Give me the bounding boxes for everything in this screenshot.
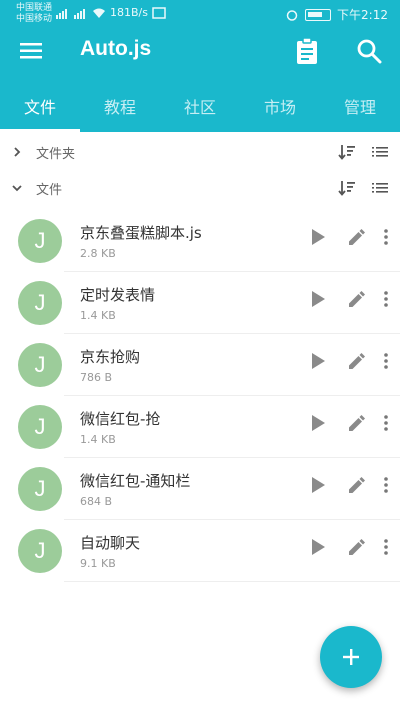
file-size: 684 B xyxy=(80,494,113,508)
avatar-letter: J xyxy=(34,290,46,315)
toolbar: Auto.js xyxy=(0,28,400,74)
status-indicators: 181B/s xyxy=(56,6,166,19)
battery-icon xyxy=(305,8,332,21)
more-vert-icon[interactable] xyxy=(384,229,388,245)
avatar-letter: J xyxy=(34,414,46,439)
tab-files[interactable]: 文件 xyxy=(0,74,80,132)
tab-manage[interactable]: 管理 xyxy=(320,74,400,132)
script-avatar: J xyxy=(18,219,62,263)
file-name: 微信红包-抢 xyxy=(80,409,161,428)
file-size: 786 B xyxy=(80,370,113,384)
tab-indicator xyxy=(0,129,80,132)
section-label: 文件 xyxy=(36,182,63,198)
sort-icon[interactable] xyxy=(338,144,356,160)
file-row[interactable]: J 定时发表情 1.4 KB xyxy=(0,272,400,334)
list-view-icon[interactable] xyxy=(372,145,388,159)
file-size: 1.4 KB xyxy=(80,432,116,446)
play-icon[interactable] xyxy=(310,476,326,494)
tab-tutorials[interactable]: 教程 xyxy=(80,74,160,132)
script-avatar: J xyxy=(18,343,62,387)
tab-bar: 文件 教程 社区 市场 管理 xyxy=(0,74,400,132)
file-name: 自动聊天 xyxy=(80,533,141,552)
chevron-right-icon xyxy=(14,147,21,157)
more-vert-icon[interactable] xyxy=(384,291,388,307)
file-text: 自动聊天 9.1 KB xyxy=(80,533,140,570)
more-vert-icon[interactable] xyxy=(384,477,388,493)
file-actions xyxy=(310,538,388,556)
carrier-2: 中国移动 xyxy=(16,14,53,24)
avatar-letter: J xyxy=(34,228,46,253)
file-actions xyxy=(310,414,388,432)
edit-icon[interactable] xyxy=(348,476,366,494)
file-actions xyxy=(310,352,388,370)
file-actions xyxy=(310,476,388,494)
tab-market[interactable]: 市场 xyxy=(240,74,320,132)
signal-icon xyxy=(56,8,67,19)
play-icon[interactable] xyxy=(310,414,326,432)
file-actions xyxy=(310,228,388,246)
file-row[interactable]: J 京东抢购 786 B xyxy=(0,334,400,396)
file-text: 京东抢购 786 B xyxy=(80,347,140,384)
file-row[interactable]: J 微信红包-通知栏 684 B xyxy=(0,458,400,520)
sort-icon[interactable] xyxy=(338,180,356,196)
file-name: 京东叠蛋糕脚本.js xyxy=(80,223,202,242)
clipboard-icon[interactable] xyxy=(294,37,320,65)
script-avatar: J xyxy=(18,529,62,573)
clock: 下午2:12 xyxy=(337,8,388,22)
edit-icon[interactable] xyxy=(348,414,366,432)
edit-icon[interactable] xyxy=(348,228,366,246)
more-vert-icon[interactable] xyxy=(384,353,388,369)
menu-icon[interactable] xyxy=(18,38,44,64)
file-actions xyxy=(310,290,388,308)
file-text: 京东叠蛋糕脚本.js 2.8 KB xyxy=(80,223,202,260)
add-fab-button[interactable] xyxy=(320,626,382,688)
more-vert-icon[interactable] xyxy=(384,539,388,555)
list-view-icon[interactable] xyxy=(372,181,388,195)
script-avatar: J xyxy=(18,281,62,325)
avatar-letter: J xyxy=(34,476,46,501)
script-avatar: J xyxy=(18,467,62,511)
status-bar: 中国联通 中国移动 181B/s 下午2:12 xyxy=(0,0,400,28)
edit-icon[interactable] xyxy=(348,352,366,370)
files-section-header[interactable]: 文件 xyxy=(0,170,400,206)
file-row[interactable]: J 自动聊天 9.1 KB xyxy=(0,520,400,582)
avatar-letter: J xyxy=(34,352,46,377)
play-icon[interactable] xyxy=(310,290,326,308)
carrier-info: 中国联通 中国移动 xyxy=(16,3,52,25)
file-name: 京东抢购 xyxy=(80,347,141,366)
file-name: 定时发表情 xyxy=(80,285,156,304)
edit-icon[interactable] xyxy=(348,538,366,556)
plus-icon xyxy=(343,649,359,665)
chevron-down-icon xyxy=(12,185,22,192)
more-vert-icon[interactable] xyxy=(384,415,388,431)
search-icon[interactable] xyxy=(356,38,382,64)
file-size: 2.8 KB xyxy=(80,246,116,260)
tab-community[interactable]: 社区 xyxy=(160,74,240,132)
folders-section-header[interactable]: 文件夹 xyxy=(0,134,400,170)
alarm-icon xyxy=(286,9,298,21)
section-label: 文件夹 xyxy=(36,146,76,162)
signal-icon-2 xyxy=(74,8,85,19)
file-row[interactable]: J 微信红包-抢 1.4 KB xyxy=(0,396,400,458)
wifi-icon xyxy=(93,8,105,18)
file-size: 9.1 KB xyxy=(80,556,116,570)
file-row[interactable]: J 京东叠蛋糕脚本.js 2.8 KB xyxy=(0,210,400,272)
file-text: 微信红包-抢 1.4 KB xyxy=(80,409,160,446)
network-speed: 181B/s xyxy=(110,6,148,19)
image-notification-icon xyxy=(152,6,166,19)
script-avatar: J xyxy=(18,405,62,449)
app-title: Auto.js xyxy=(80,37,152,60)
play-icon[interactable] xyxy=(310,228,326,246)
file-text: 定时发表情 1.4 KB xyxy=(80,285,155,322)
file-list: J 京东叠蛋糕脚本.js 2.8 KB J 定时发表情 1.4 KB J 京东抢… xyxy=(0,210,400,582)
avatar-letter: J xyxy=(34,538,46,563)
play-icon[interactable] xyxy=(310,352,326,370)
carrier-1: 中国联通 xyxy=(16,3,53,13)
file-size: 1.4 KB xyxy=(80,308,116,322)
play-icon[interactable] xyxy=(310,538,326,556)
file-text: 微信红包-通知栏 684 B xyxy=(80,471,190,508)
edit-icon[interactable] xyxy=(348,290,366,308)
file-name: 微信红包-通知栏 xyxy=(80,471,191,490)
status-right: 下午2:12 xyxy=(285,6,388,23)
